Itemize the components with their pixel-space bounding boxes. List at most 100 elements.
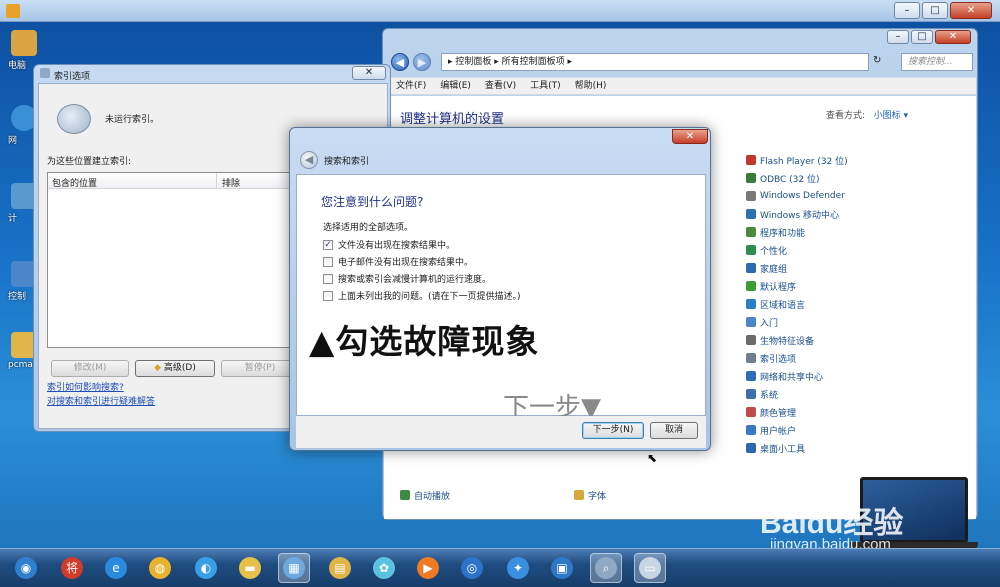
control-panel-item-icon	[746, 191, 756, 201]
cp-item-label: 桌面小工具	[760, 444, 806, 455]
menu-help[interactable]: 帮助(H)	[575, 78, 607, 94]
taskbar-browser[interactable]: ◐	[190, 553, 222, 583]
option-files-missing[interactable]: ✓ 文件没有出现在搜索结果中。	[323, 236, 521, 253]
cp-item[interactable]: 家庭组	[746, 259, 848, 277]
taskbar: ◉ 将 e ◍ ◐ ▬ ▦ ▤ ✿ ▶ ◎ ✦ ▣ ⌕ ▭	[0, 548, 1000, 587]
cp-item-label: 入门	[760, 318, 779, 329]
cp-item[interactable]: 入门	[746, 313, 848, 331]
troubleshoot-link[interactable]: 对搜索和索引进行疑难解答	[47, 394, 155, 407]
maximize-button[interactable]: □	[922, 2, 948, 19]
option-not-listed[interactable]: 上面未列出我的问题。(请在下一页提供描述。)	[323, 287, 521, 304]
locations-label: 为这些位置建立索引:	[47, 157, 132, 167]
taskbar-start[interactable]: ◉	[10, 553, 42, 583]
cp-search-input[interactable]: 搜索控制...	[901, 53, 973, 71]
control-panel-item-icon	[746, 371, 756, 381]
cp-item[interactable]: 区域和语言	[746, 295, 848, 313]
taskbar-player[interactable]: ▶	[412, 553, 444, 583]
dialog-header: ◀ 搜索和索引	[294, 148, 706, 174]
control-panel-item-icon	[746, 317, 756, 327]
dialog-instruction: 选择适用的全部选项。	[323, 223, 414, 233]
cp-item[interactable]: 桌面小工具	[746, 439, 848, 457]
cp-item[interactable]: Flash Player (32 位)	[746, 151, 848, 169]
cp-item[interactable]: 网络和共享中心	[746, 367, 848, 385]
index-help-link[interactable]: 索引如何影响搜索?	[47, 380, 124, 393]
index-window-title: 索引选项	[54, 72, 91, 82]
taskbar-pinwheel[interactable]: ✿	[368, 553, 400, 583]
cp-item[interactable]: 索引选项	[746, 349, 848, 367]
cp-mid-bottom-list: 字体	[574, 486, 606, 504]
cp-close-button[interactable]: ✕	[935, 30, 971, 44]
option-email-missing[interactable]: 电子邮件没有出现在搜索结果中。	[323, 253, 521, 270]
index-close-button[interactable]: ✕	[352, 66, 386, 80]
checkbox[interactable]: ✓	[323, 239, 333, 250]
view-by-dropdown[interactable]: 小图标 ▾	[874, 111, 908, 121]
cp-item-autoplay[interactable]: 自动播放	[400, 486, 450, 504]
fonts-icon	[574, 490, 584, 500]
dialog-footer: 下一步(N) 取消	[296, 416, 706, 448]
control-panel-item-icon	[746, 173, 756, 183]
taskbar-office[interactable]: ▣	[546, 553, 578, 583]
taskbar-index-options[interactable]: ⌕	[590, 553, 622, 583]
taskbar-chrome[interactable]: ◍	[144, 553, 176, 583]
control-panel-item-icon	[746, 335, 756, 345]
taskbar-control-panel[interactable]: ▦	[278, 553, 310, 583]
cp-item[interactable]: 默认程序	[746, 277, 848, 295]
modify-button[interactable]: 修改(M)	[51, 360, 129, 377]
cp-minimize-button[interactable]: –	[887, 30, 909, 44]
settings-app-icon: ✦	[507, 557, 529, 579]
browser-icon: ◐	[195, 557, 217, 579]
annotation-check-symptom: ▲勾选故障现象	[309, 322, 540, 361]
menu-edit[interactable]: 编辑(E)	[440, 78, 471, 94]
dialog-close-button[interactable]: ✕	[672, 129, 708, 144]
taskbar-troubleshooter[interactable]: ▭	[634, 553, 666, 583]
menu-tools[interactable]: 工具(T)	[530, 78, 561, 94]
forward-arrow-icon[interactable]: ▶	[413, 53, 431, 71]
checkbox[interactable]	[323, 290, 333, 301]
taskbar-file-explorer[interactable]: ▤	[324, 553, 356, 583]
dialog-question: 您注意到什么问题?	[321, 195, 424, 209]
index-options-icon: ⌕	[595, 557, 617, 579]
advanced-button[interactable]: ◆ 高级(D)	[135, 360, 215, 377]
taskbar-app-blue[interactable]: ◎	[456, 553, 488, 583]
cp-item[interactable]: Windows 移动中心	[746, 205, 848, 223]
cp-item-label: 程序和功能	[760, 228, 806, 239]
view-by-label: 查看方式:	[826, 111, 866, 121]
taskbar-ie[interactable]: e	[100, 553, 132, 583]
menu-view[interactable]: 查看(V)	[485, 78, 516, 94]
autoplay-icon	[400, 490, 410, 500]
back-arrow-icon[interactable]: ◀	[391, 53, 409, 71]
control-panel-item-icon	[746, 155, 756, 165]
back-arrow-icon[interactable]: ◀	[300, 151, 318, 169]
cp-item[interactable]: 系统	[746, 385, 848, 403]
pause-button[interactable]: 暂停(P)	[221, 360, 299, 377]
cp-item[interactable]: 生物特征设备	[746, 331, 848, 349]
checkbox[interactable]	[323, 256, 333, 267]
cp-item-label: 默认程序	[760, 282, 797, 293]
cp-item-label: Windows Defender	[760, 191, 845, 201]
cp-item[interactable]: 个性化	[746, 241, 848, 259]
cp-maximize-button[interactable]: □	[911, 30, 933, 44]
next-button[interactable]: 下一步(N)	[582, 422, 644, 439]
cancel-button[interactable]: 取消	[650, 422, 698, 439]
checkbox[interactable]	[323, 273, 333, 284]
address-bar[interactable]: ▸ 控制面板 ▸ 所有控制面板项 ▸	[441, 53, 869, 71]
control-panel-item-icon	[746, 245, 756, 255]
refresh-icon[interactable]: ↻	[873, 55, 881, 66]
cp-item-fonts[interactable]: 字体	[574, 486, 606, 504]
cp-item[interactable]: ODBC (32 位)	[746, 169, 848, 187]
advanced-button-label: 高级(D)	[163, 363, 196, 373]
option-slow[interactable]: 搜索或索引会减慢计算机的运行速度。	[323, 270, 521, 287]
menu-file[interactable]: 文件(F)	[396, 78, 426, 94]
minimize-button[interactable]: –	[894, 2, 920, 19]
index-window-icon	[40, 68, 50, 78]
taskbar-settings-app[interactable]: ✦	[502, 553, 534, 583]
cp-item[interactable]: Windows Defender	[746, 187, 848, 205]
control-panel-icon: ▦	[283, 557, 305, 579]
cp-item[interactable]: 程序和功能	[746, 223, 848, 241]
taskbar-folder-app[interactable]: ▬	[234, 553, 266, 583]
close-button[interactable]: ✕	[950, 2, 992, 19]
taskbar-app-jiang[interactable]: 将	[56, 553, 88, 583]
dialog-body: 您注意到什么问题? 选择适用的全部选项。 ✓ 文件没有出现在搜索结果中。 电子邮…	[296, 174, 706, 423]
cp-item[interactable]: 用户帐户	[746, 421, 848, 439]
cp-item[interactable]: 颜色管理	[746, 403, 848, 421]
